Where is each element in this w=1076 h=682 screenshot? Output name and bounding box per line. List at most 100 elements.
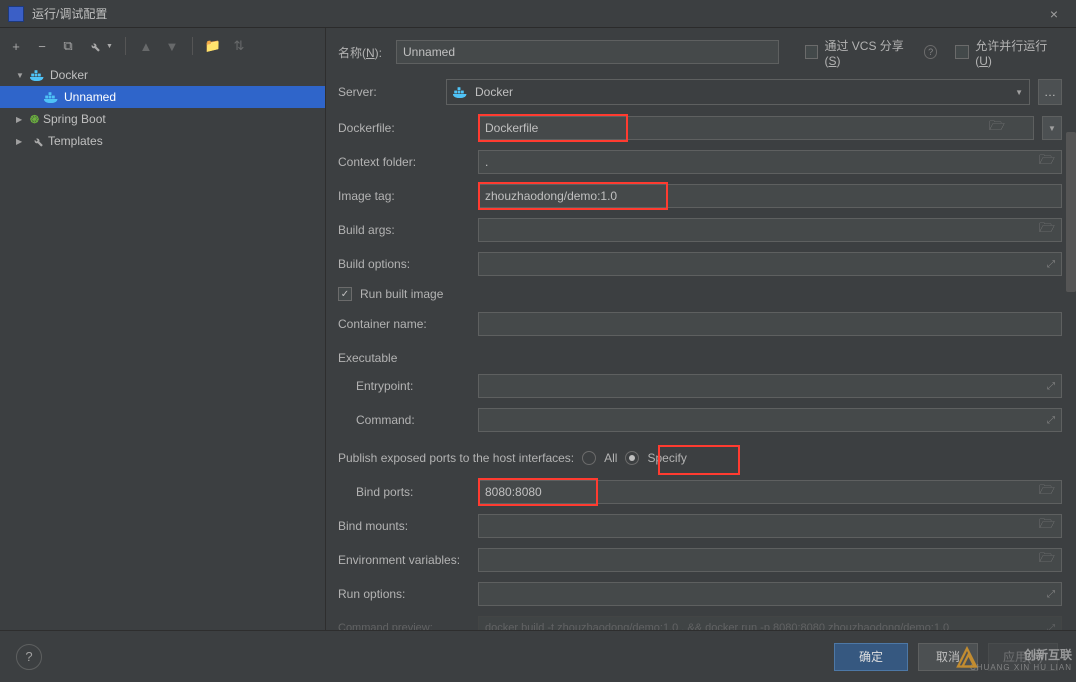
- executable-section-label: Executable: [338, 351, 1062, 365]
- run-built-image-checkbox[interactable]: [338, 287, 352, 301]
- dockerfile-value: Dockerfile: [485, 121, 538, 135]
- publish-specify-label: Specify: [647, 451, 686, 465]
- publish-all-radio[interactable]: [582, 451, 596, 465]
- sort-button[interactable]: ⇅: [231, 38, 247, 54]
- build-options-input[interactable]: ⤢: [478, 252, 1062, 276]
- tree-node-spring[interactable]: ▶ ֍ Spring Boot: [0, 108, 325, 130]
- expand-icon[interactable]: ⤢: [1047, 259, 1055, 270]
- command-label: Command:: [356, 413, 470, 427]
- bind-ports-input[interactable]: 8080:8080 🗁: [478, 480, 1062, 504]
- vcs-share-label: 通过 VCS 分享(S): [824, 37, 917, 68]
- bind-ports-value: 8080:8080: [485, 485, 542, 499]
- tree-label: Spring Boot: [43, 112, 106, 126]
- docker-icon: [44, 90, 60, 104]
- env-vars-input[interactable]: 🗁: [478, 548, 1062, 572]
- dockerfile-input[interactable]: Dockerfile 🗁: [478, 116, 1034, 140]
- browse-icon[interactable]: 🗁: [1039, 549, 1055, 571]
- allow-parallel-label: 允许并行运行(U): [975, 37, 1062, 68]
- name-value: Unnamed: [403, 45, 455, 59]
- tree-node-unnamed[interactable]: Unnamed: [0, 86, 325, 108]
- app-icon: [8, 6, 24, 22]
- expand-arrow-icon: ▶: [16, 115, 26, 124]
- container-name-input[interactable]: [478, 312, 1062, 336]
- browse-icon[interactable]: 🗁: [1039, 219, 1055, 241]
- ok-button[interactable]: 确定: [834, 643, 908, 671]
- config-tree: ▼ Docker Unnamed ▶ ֍ Spring Boot ▶: [0, 64, 325, 630]
- build-options-label: Build options:: [338, 257, 470, 271]
- window-title: 运行/调试配置: [32, 5, 1040, 22]
- run-options-label: Run options:: [338, 587, 470, 601]
- folder-button[interactable]: 📁: [205, 38, 221, 54]
- docker-icon: [453, 85, 469, 99]
- expand-icon[interactable]: ⤢: [1047, 589, 1055, 600]
- help-button[interactable]: ?: [16, 644, 42, 670]
- allow-parallel-checkbox[interactable]: [955, 45, 969, 59]
- image-tag-value: zhouzhaodong/demo:1.0: [485, 189, 617, 203]
- command-preview-box: docker build -t zhouzhaodong/demo:1.0 . …: [478, 616, 1062, 630]
- chevron-down-icon: ▼: [1015, 88, 1023, 97]
- server-value: Docker: [475, 85, 1009, 99]
- name-input[interactable]: Unnamed: [396, 40, 779, 64]
- dockerfile-label: Dockerfile:: [338, 121, 470, 135]
- browse-icon[interactable]: 🗁: [1039, 481, 1055, 503]
- help-icon[interactable]: ?: [924, 45, 938, 59]
- browse-icon[interactable]: 🗁: [1039, 515, 1055, 537]
- tree-label: Templates: [48, 134, 103, 148]
- name-label: 名称(N):: [338, 44, 388, 61]
- close-button[interactable]: ×: [1040, 3, 1068, 25]
- context-folder-label: Context folder:: [338, 155, 470, 169]
- tree-node-docker[interactable]: ▼ Docker: [0, 64, 325, 86]
- content-pane: 名称(N): Unnamed 通过 VCS 分享(S) ? 允许并行运行(U): [326, 28, 1076, 630]
- add-config-button[interactable]: +: [8, 38, 24, 54]
- build-args-label: Build args:: [338, 223, 470, 237]
- wrench-icon[interactable]: [86, 38, 102, 54]
- wrench-icon: [30, 134, 44, 148]
- separator: [192, 37, 193, 55]
- tree-node-templates[interactable]: ▶ Templates: [0, 130, 325, 152]
- dialog-button-bar: ? 确定 取消 应用(A): [0, 630, 1076, 682]
- context-folder-value: .: [485, 155, 488, 169]
- build-args-input[interactable]: 🗁: [478, 218, 1062, 242]
- bind-mounts-label: Bind mounts:: [338, 519, 470, 533]
- server-more-button[interactable]: …: [1038, 79, 1062, 105]
- run-built-image-label: Run built image: [360, 287, 443, 301]
- image-tag-input[interactable]: zhouzhaodong/demo:1.0: [478, 184, 1062, 208]
- entrypoint-input[interactable]: ⤢: [478, 374, 1062, 398]
- scrollbar-thumb[interactable]: [1066, 132, 1076, 292]
- publish-ports-label: Publish exposed ports to the host interf…: [338, 451, 574, 465]
- bind-mounts-input[interactable]: 🗁: [478, 514, 1062, 538]
- expand-arrow-icon: ▶: [16, 137, 26, 146]
- expand-icon[interactable]: ⤢: [1047, 623, 1055, 631]
- move-down-button[interactable]: ▼: [164, 38, 180, 54]
- chevron-down-icon[interactable]: ▼: [106, 43, 113, 50]
- bind-ports-label: Bind ports:: [356, 485, 470, 499]
- cancel-button[interactable]: 取消: [918, 643, 978, 671]
- copy-config-button[interactable]: ⧉: [60, 38, 76, 54]
- run-options-input[interactable]: ⤢: [478, 582, 1062, 606]
- tree-label: Unnamed: [64, 90, 116, 104]
- server-combo[interactable]: Docker ▼: [446, 79, 1030, 105]
- container-name-label: Container name:: [338, 317, 470, 331]
- vcs-share-checkbox[interactable]: [805, 45, 819, 59]
- publish-specify-radio[interactable]: [625, 451, 639, 465]
- entrypoint-label: Entrypoint:: [356, 379, 470, 393]
- docker-icon: [30, 68, 46, 82]
- browse-icon[interactable]: 🗁: [1039, 151, 1055, 173]
- config-toolbar: + − ⧉ ▼ ▲ ▼ 📁 ⇅: [0, 28, 325, 64]
- tree-label: Docker: [50, 68, 88, 82]
- expand-icon[interactable]: ⤢: [1047, 415, 1055, 426]
- context-folder-input[interactable]: . 🗁: [478, 150, 1062, 174]
- remove-config-button[interactable]: −: [34, 38, 50, 54]
- sidebar: + − ⧉ ▼ ▲ ▼ 📁 ⇅ ▼ Docker: [0, 28, 326, 630]
- env-vars-label: Environment variables:: [338, 553, 470, 567]
- separator: [125, 37, 126, 55]
- dockerfile-dropdown[interactable]: ▼: [1042, 116, 1062, 140]
- browse-icon[interactable]: 🗁: [989, 117, 1005, 139]
- expand-arrow-icon: ▼: [16, 71, 26, 80]
- expand-icon[interactable]: ⤢: [1047, 381, 1055, 392]
- command-preview-value: docker build -t zhouzhaodong/demo:1.0 . …: [485, 622, 949, 630]
- command-preview-label: Command preview:: [338, 622, 470, 630]
- apply-button[interactable]: 应用(A): [988, 643, 1058, 671]
- move-up-button[interactable]: ▲: [138, 38, 154, 54]
- command-input[interactable]: ⤢: [478, 408, 1062, 432]
